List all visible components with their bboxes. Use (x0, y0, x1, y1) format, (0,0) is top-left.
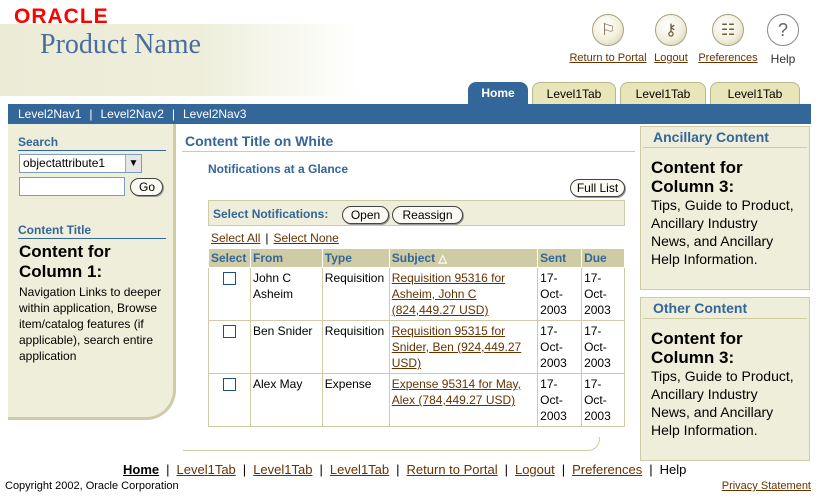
privacy-statement-link[interactable]: Privacy Statement (722, 480, 811, 492)
other-header: Other Content (643, 298, 807, 319)
full-list-button[interactable]: Full List (570, 179, 625, 197)
oracle-logo: ORACLE (14, 5, 109, 28)
logout-icon: ⚷ (655, 14, 687, 46)
column1-title: Content for Column 1: (19, 242, 111, 281)
cell-sent: 17-Oct-2003 (537, 320, 583, 374)
cell-sent: 17-Oct-2003 (537, 267, 583, 321)
footer-level1tab-link[interactable]: Level1Tab (177, 462, 236, 477)
open-button[interactable]: Open (342, 206, 389, 224)
row-select-checkbox[interactable] (222, 272, 236, 285)
go-button[interactable]: Go (130, 178, 163, 196)
preferences-icon: ☷ (712, 14, 744, 46)
other-title: Content for Column 3: (651, 329, 743, 367)
tab-level1-c[interactable]: Level1Tab (710, 82, 800, 104)
help-label[interactable]: Help (743, 52, 819, 66)
cell-type: Requisition (321, 320, 390, 374)
cell-due: 17-Oct-2003 (581, 320, 625, 374)
row-select-checkbox[interactable] (222, 378, 236, 391)
selection-links: Select All | Select None (211, 231, 339, 245)
tab-home[interactable]: Home (468, 82, 528, 104)
title-divider (182, 151, 635, 152)
cell-due: 17-Oct-2003 (581, 373, 625, 427)
column-header-due: Due (581, 248, 625, 268)
table-row: Ben Snider Requisition Requisition 95315… (208, 320, 625, 374)
other-content-box: Other Content Content for Column 3: Tips… (640, 297, 810, 461)
level2-nav: Level2Nav1 | Level2Nav2 | Level2Nav3 (8, 104, 811, 124)
cell-from: Ben Snider (249, 320, 323, 374)
row-select-checkbox[interactable] (222, 325, 236, 338)
footer-logout-link[interactable]: Logout (515, 462, 555, 477)
content-bottom-divider (183, 437, 600, 451)
cell-type: Requisition (321, 267, 390, 321)
search-select-value: objectattribute1 (23, 156, 106, 170)
ancillary-content-box: Ancillary Content Content for Column 3: … (640, 126, 810, 290)
select-notifications-label: Select Notifications: (213, 207, 329, 221)
column-header-subject[interactable]: Subject △ (388, 248, 539, 268)
footer-help-link[interactable]: Help (660, 462, 687, 477)
select-none-link[interactable]: Select None (273, 231, 338, 245)
table-row: Alex May Expense Expense 95314 for May, … (208, 373, 625, 427)
notifications-title: Notifications at a Glance (208, 162, 349, 176)
column-header-from: From (249, 248, 323, 268)
tab-level1-a[interactable]: Level1Tab (532, 82, 616, 104)
cell-type: Expense (321, 373, 390, 427)
footer-level1tab-link[interactable]: Level1Tab (330, 462, 389, 477)
sort-ascending-icon[interactable]: △ (438, 253, 446, 265)
select-notifications-bar: Select Notifications: Open Reassign (208, 200, 625, 226)
other-text: Tips, Guide to Product, Ancillary Indust… (651, 368, 794, 438)
notifications-panel: Select Notifications: Open Reassign Sele… (208, 200, 625, 427)
tab-level1-b[interactable]: Level1Tab (620, 82, 706, 104)
footer-links: Home | Level1Tab | Level1Tab | Level1Tab | Retur… (123, 462, 687, 477)
subject-link[interactable]: Expense 95314 for May, Alex (784,449.27 … (392, 377, 521, 407)
column-header-sent: Sent (537, 248, 583, 268)
product-name: Product Name (40, 29, 201, 60)
footer-level1tab-link[interactable]: Level1Tab (253, 462, 312, 477)
left-column: Search objectattribute1 ▼ Go Content Tit… (8, 124, 176, 420)
tab-bar: Home Level1Tab Level1Tab Level1Tab (0, 82, 819, 104)
cell-due: 17-Oct-2003 (581, 267, 625, 321)
footer-home-link[interactable]: Home (123, 462, 159, 477)
select-all-link[interactable]: Select All (211, 231, 260, 245)
copyright: Copyright 2002, Oracle Corporation (5, 480, 179, 492)
column1-text: Navigation Links to deeper within applic… (19, 285, 162, 363)
cell-from: John C Asheim (249, 267, 323, 321)
page-title: Content Title on White (185, 133, 334, 149)
cell-sent: 17-Oct-2003 (537, 373, 583, 427)
subject-link[interactable]: Requisition 95316 for Asheim, John C (82… (392, 271, 505, 317)
portal-icon: ⚐ (592, 14, 624, 46)
help-button[interactable]: ? Help (743, 14, 819, 66)
help-icon: ? (767, 14, 799, 46)
footer-preferences-link[interactable]: Preferences (572, 462, 642, 477)
subject-link[interactable]: Requisition 95315 for Snider, Ben (924,4… (392, 324, 521, 370)
level2-nav-1[interactable]: Level2Nav1 (18, 107, 81, 121)
content-title-header: Content Title (18, 223, 166, 239)
level2-nav-3[interactable]: Level2Nav3 (183, 107, 246, 121)
table-row: John C Asheim Requisition Requisition 95… (208, 267, 625, 321)
ancillary-title: Content for Column 3: (651, 158, 743, 196)
chevron-down-icon[interactable]: ▼ (125, 155, 141, 172)
cell-from: Alex May (249, 373, 323, 427)
search-input[interactable] (19, 177, 125, 196)
footer-return-to-portal-link[interactable]: Return to Portal (407, 462, 498, 477)
table-header-row: Select From Type Subject △ Sent Due (208, 248, 625, 268)
reassign-button[interactable]: Reassign (392, 206, 463, 224)
ancillary-text: Tips, Guide to Product, Ancillary Indust… (651, 197, 794, 267)
notifications-table: Select From Type Subject △ Sent Due John… (208, 248, 625, 427)
column-header-select: Select (208, 248, 251, 268)
ancillary-header: Ancillary Content (643, 127, 807, 148)
search-header: Search (18, 135, 166, 151)
search-attribute-select[interactable]: objectattribute1 ▼ (19, 154, 142, 173)
level2-nav-2[interactable]: Level2Nav2 (101, 107, 164, 121)
column-header-type: Type (321, 248, 390, 268)
